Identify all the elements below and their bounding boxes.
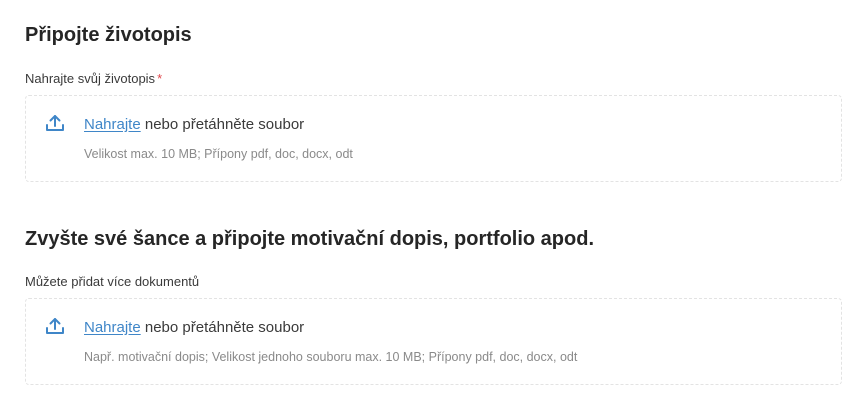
resume-drag-text: nebo přetáhněte soubor: [140, 116, 305, 133]
resume-upload-link[interactable]: Nahrajte: [84, 116, 141, 133]
documents-drag-text: nebo přetáhněte soubor: [140, 319, 305, 336]
documents-section-title: Zvyšte své šance a připojte motivační do…: [25, 228, 595, 250]
documents-upload-prompt: Nahrajte nebo přetáhněte soubor: [84, 319, 304, 337]
resume-field-label: Nahrajte svůj životopis *: [25, 71, 162, 87]
resume-upload-dropzone[interactable]: Nahrajte nebo přetáhněte soubor Velikost…: [25, 95, 842, 182]
resume-label-text: Nahrajte svůj životopis: [25, 71, 156, 86]
required-asterisk: *: [157, 71, 163, 86]
documents-field-label: Můžete přidat více dokumentů: [25, 274, 200, 289]
resume-upload-prompt: Nahrajte nebo přetáhněte soubor: [84, 116, 304, 134]
upload-icon: [45, 316, 65, 336]
documents-upload-dropzone[interactable]: Nahrajte nebo přetáhněte soubor Např. mo…: [25, 298, 842, 385]
upload-icon: [45, 113, 65, 133]
documents-upload-hint: Např. motivační dopis; Velikost jednoho …: [84, 350, 578, 364]
resume-upload-hint: Velikost max. 10 MB; Přípony pdf, doc, d…: [84, 147, 353, 161]
resume-section-title: Připojte životopis: [25, 24, 192, 46]
documents-upload-link[interactable]: Nahrajte: [84, 319, 141, 336]
